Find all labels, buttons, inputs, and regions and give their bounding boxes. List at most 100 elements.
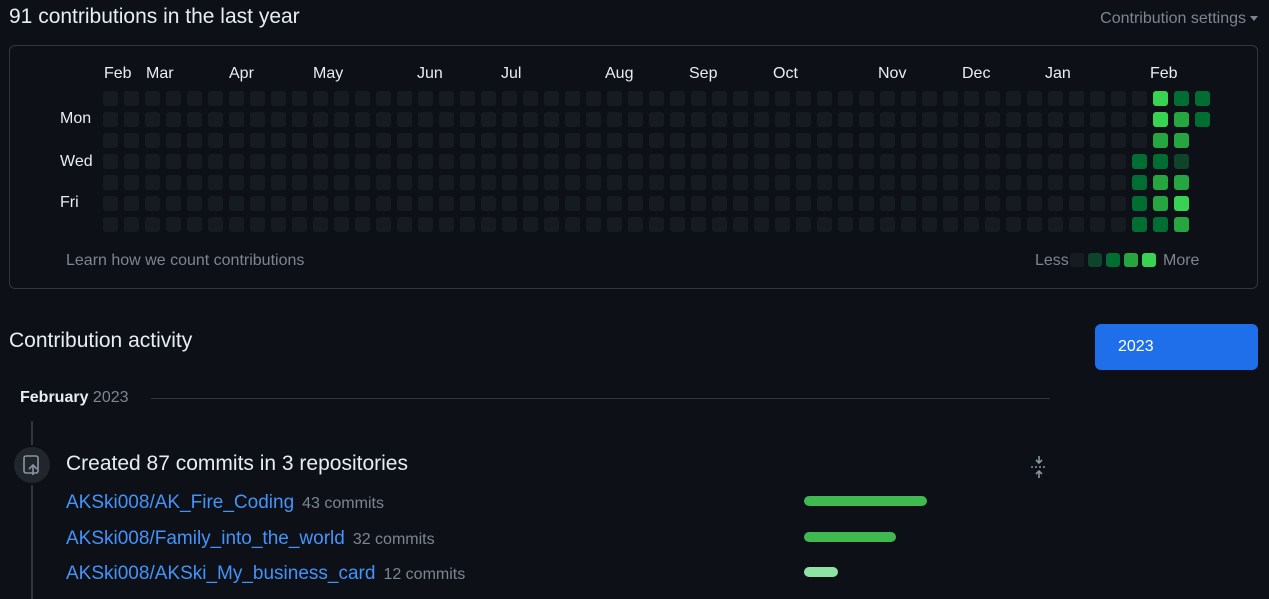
contribution-cell[interactable] (313, 133, 328, 148)
contribution-cell[interactable] (124, 175, 139, 190)
repo-link[interactable]: AKSki008/AKSki_My_business_card (66, 563, 375, 584)
contribution-cell[interactable] (838, 133, 853, 148)
contribution-cell[interactable] (754, 91, 769, 106)
contribution-cell[interactable] (670, 133, 685, 148)
contribution-cell[interactable] (292, 112, 307, 127)
contribution-cell[interactable] (964, 112, 979, 127)
contribution-cell[interactable] (124, 196, 139, 211)
contribution-cell[interactable] (334, 196, 349, 211)
contribution-cell[interactable] (691, 91, 706, 106)
contribution-cell[interactable] (1048, 133, 1063, 148)
contribution-cell[interactable] (1090, 175, 1105, 190)
contribution-cell[interactable] (586, 91, 601, 106)
contribution-cell[interactable] (1006, 133, 1021, 148)
contribution-cell[interactable] (544, 133, 559, 148)
contribution-cell[interactable] (775, 196, 790, 211)
contribution-cell[interactable] (439, 91, 454, 106)
contribution-cell[interactable] (208, 217, 223, 232)
contribution-cell[interactable] (1132, 217, 1147, 232)
contribution-cell[interactable] (1111, 217, 1126, 232)
contribution-cell[interactable] (103, 133, 118, 148)
contribution-cell[interactable] (943, 175, 958, 190)
contribution-cell[interactable] (943, 196, 958, 211)
contribution-cell[interactable] (439, 112, 454, 127)
contribution-cell[interactable] (376, 133, 391, 148)
contribution-cell[interactable] (250, 196, 265, 211)
contribution-cell[interactable] (859, 133, 874, 148)
contribution-cell[interactable] (817, 154, 832, 169)
contribution-cell[interactable] (187, 154, 202, 169)
contribution-cell[interactable] (670, 217, 685, 232)
contribution-settings-dropdown[interactable]: Contribution settings (1100, 10, 1258, 28)
contribution-cell[interactable] (313, 196, 328, 211)
contribution-cell[interactable] (481, 175, 496, 190)
contribution-cell[interactable] (670, 91, 685, 106)
contribution-cell[interactable] (145, 91, 160, 106)
contribution-cell[interactable] (922, 175, 937, 190)
contribution-cell[interactable] (922, 196, 937, 211)
contribution-cell[interactable] (502, 217, 517, 232)
contribution-cell[interactable] (376, 175, 391, 190)
contribution-cell[interactable] (754, 154, 769, 169)
contribution-cell[interactable] (376, 196, 391, 211)
contribution-cell[interactable] (901, 91, 916, 106)
contribution-cell[interactable] (502, 175, 517, 190)
contribution-cell[interactable] (271, 175, 286, 190)
contribution-cell[interactable] (649, 175, 664, 190)
contribution-cell[interactable] (691, 217, 706, 232)
contribution-cell[interactable] (670, 196, 685, 211)
contribution-cell[interactable] (565, 196, 580, 211)
contribution-cell[interactable] (607, 175, 622, 190)
contribution-cell[interactable] (229, 112, 244, 127)
contribution-cell[interactable] (523, 91, 538, 106)
contribution-cell[interactable] (1069, 196, 1084, 211)
contribution-cell[interactable] (292, 196, 307, 211)
contribution-cell[interactable] (544, 154, 559, 169)
contribution-cell[interactable] (1153, 217, 1168, 232)
contribution-cell[interactable] (208, 175, 223, 190)
contribution-cell[interactable] (334, 112, 349, 127)
contribution-cell[interactable] (628, 196, 643, 211)
contribution-cell[interactable] (1027, 196, 1042, 211)
contribution-cell[interactable] (1090, 91, 1105, 106)
contribution-cell[interactable] (145, 196, 160, 211)
contribution-cell[interactable] (1069, 217, 1084, 232)
contribution-cell[interactable] (859, 217, 874, 232)
contribution-cell[interactable] (124, 154, 139, 169)
contribution-cell[interactable] (565, 133, 580, 148)
contribution-cell[interactable] (334, 154, 349, 169)
contribution-cell[interactable] (859, 91, 874, 106)
contribution-cell[interactable] (880, 133, 895, 148)
contribution-cell[interactable] (1069, 154, 1084, 169)
contribution-cell[interactable] (1132, 112, 1147, 127)
contribution-cell[interactable] (502, 196, 517, 211)
contribution-cell[interactable] (1048, 217, 1063, 232)
contribution-cell[interactable] (691, 196, 706, 211)
contribution-cell[interactable] (649, 112, 664, 127)
contribution-cell[interactable] (733, 154, 748, 169)
contribution-cell[interactable] (418, 133, 433, 148)
contribution-cell[interactable] (1153, 196, 1168, 211)
contribution-cell[interactable] (439, 133, 454, 148)
contribution-cell[interactable] (418, 196, 433, 211)
contribution-cell[interactable] (271, 154, 286, 169)
contribution-cell[interactable] (1048, 154, 1063, 169)
contribution-cell[interactable] (481, 112, 496, 127)
contribution-cell[interactable] (838, 112, 853, 127)
contribution-cell[interactable] (964, 91, 979, 106)
contribution-cell[interactable] (670, 112, 685, 127)
contribution-cell[interactable] (901, 154, 916, 169)
contribution-cell[interactable] (334, 133, 349, 148)
contribution-cell[interactable] (250, 154, 265, 169)
contribution-cell[interactable] (376, 112, 391, 127)
contribution-cell[interactable] (397, 196, 412, 211)
contribution-cell[interactable] (145, 217, 160, 232)
contribution-cell[interactable] (733, 175, 748, 190)
contribution-cell[interactable] (1111, 154, 1126, 169)
contribution-cell[interactable] (586, 217, 601, 232)
contribution-cell[interactable] (817, 133, 832, 148)
commit-count[interactable]: 32 commits (353, 531, 435, 548)
contribution-cell[interactable] (859, 112, 874, 127)
repo-link[interactable]: AKSki008/AK_Fire_Coding (66, 492, 294, 513)
contribution-cell[interactable] (964, 154, 979, 169)
